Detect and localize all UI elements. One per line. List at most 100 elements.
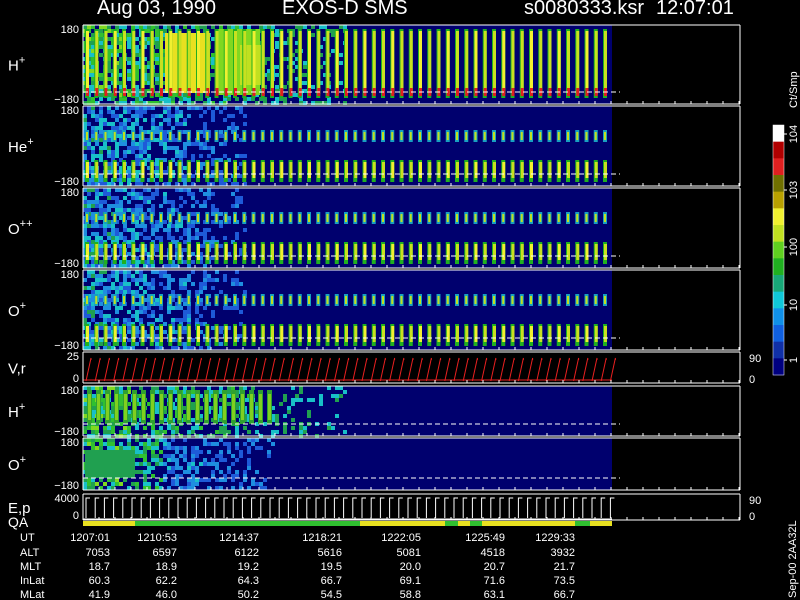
spectrogram-cell	[195, 290, 199, 294]
spectrogram-cell	[127, 330, 131, 334]
spectrogram-cell	[99, 216, 103, 220]
spin-band	[391, 31, 395, 94]
spectrogram-cell	[151, 430, 155, 434]
spectrogram-cell	[295, 25, 299, 29]
spectrogram-cell	[275, 97, 279, 101]
colorbar-segment	[773, 158, 784, 176]
spectrogram-cell	[215, 454, 219, 458]
spectrogram-cell	[239, 25, 243, 29]
spectrogram-cell	[123, 446, 127, 450]
spectrogram-cell	[183, 97, 187, 101]
spectrogram-cell	[83, 118, 87, 122]
spectrogram-cell	[155, 302, 159, 306]
spin-band	[428, 132, 431, 140]
spectrogram-cell	[99, 182, 103, 186]
spectrogram-cell	[155, 438, 159, 442]
spectrogram-cell	[187, 470, 191, 474]
spin-band	[197, 162, 200, 178]
spectrogram-cell	[115, 278, 119, 282]
spectrogram-cell	[135, 270, 139, 274]
spectrogram-cell	[191, 224, 195, 228]
spectrogram-cell	[99, 200, 103, 204]
spectrogram-cell	[191, 158, 195, 162]
spectrogram-cell	[123, 228, 127, 232]
spectrogram-cell	[211, 25, 215, 29]
spin-band	[520, 31, 524, 94]
spectrogram-cell	[99, 240, 103, 244]
y-tick-label-bottom: 0	[73, 373, 79, 385]
spectrogram-cell	[183, 446, 187, 450]
spectrogram-cell	[175, 228, 179, 232]
spectrogram-cell	[127, 146, 131, 150]
spectrogram-cell	[99, 224, 103, 228]
spectrogram-cell	[127, 93, 131, 97]
spectrogram-cell	[247, 462, 251, 466]
spin-band	[150, 296, 153, 304]
spin-band	[539, 326, 543, 342]
ephemeris-cell: 3932	[551, 547, 575, 559]
spectrogram-cell	[167, 208, 171, 212]
spin-band	[604, 132, 606, 140]
spectrogram-cell	[115, 446, 119, 450]
spin-band	[215, 326, 219, 342]
spin-band	[511, 132, 514, 140]
spectrogram-cell	[235, 188, 239, 192]
spectrogram-cell	[235, 154, 239, 158]
spectrogram-cell	[115, 306, 119, 310]
spectrogram-cell	[107, 134, 111, 138]
spin-band	[150, 244, 154, 260]
spectrogram-cell	[131, 196, 135, 200]
spectrogram-cell	[231, 122, 235, 126]
spectrogram-cell	[171, 236, 175, 240]
spectrogram-cell	[83, 236, 87, 240]
spectrogram-cell	[87, 310, 91, 314]
spectrogram-cell	[131, 306, 135, 310]
spectrogram-cell	[135, 178, 139, 182]
spectrogram-cell	[83, 306, 87, 310]
spectrogram-cell	[191, 450, 195, 454]
spectrogram-cell	[127, 192, 131, 196]
spectrogram-cell	[175, 224, 179, 228]
spin-band	[95, 244, 99, 260]
spin-band	[548, 296, 551, 304]
spectrogram-cell	[215, 486, 219, 490]
spectrogram-cell	[179, 278, 183, 282]
spectrogram-cell	[271, 25, 275, 29]
spectrogram-cell	[167, 146, 171, 150]
spectrogram-cell	[191, 402, 195, 406]
spectrogram-cell	[219, 170, 223, 174]
spin-band	[280, 31, 284, 94]
spin-band	[483, 214, 486, 222]
spin-band	[86, 326, 89, 342]
spin-band	[363, 214, 366, 222]
y-tick-label-top: 180	[61, 24, 79, 36]
spectrogram-cell	[83, 196, 87, 200]
spectrogram-cell	[83, 126, 87, 130]
spectrogram-cell	[167, 200, 171, 204]
spectrogram-cell	[107, 220, 111, 224]
spin-band	[474, 244, 478, 260]
spectrogram-cell	[83, 418, 87, 422]
ephemeris-cell: 58.8	[400, 589, 421, 600]
spin-band	[289, 31, 293, 94]
spectrogram-cell	[159, 224, 163, 228]
spectrogram-cell	[127, 118, 131, 122]
spectrogram-cell	[171, 482, 175, 486]
spin-band	[150, 214, 153, 222]
spin-band	[539, 31, 543, 94]
spectrogram-cell	[139, 306, 143, 310]
ephemeris-cell: 60.3	[89, 575, 110, 587]
ephemeris-cell: 20.0	[400, 561, 421, 573]
spectrogram-cell	[183, 146, 187, 150]
spectrogram-cell	[196, 394, 199, 420]
spin-band	[502, 326, 506, 342]
spin-band	[280, 214, 283, 222]
spectrogram-cell	[151, 25, 155, 29]
spectrogram-cell	[115, 196, 119, 200]
ephemeris-row-label: ALT	[20, 547, 40, 559]
spin-band	[363, 132, 366, 140]
spin-band	[585, 326, 589, 342]
spectrogram-cell	[87, 142, 91, 146]
spectrogram-cell	[167, 236, 171, 240]
spin-band	[113, 31, 117, 94]
